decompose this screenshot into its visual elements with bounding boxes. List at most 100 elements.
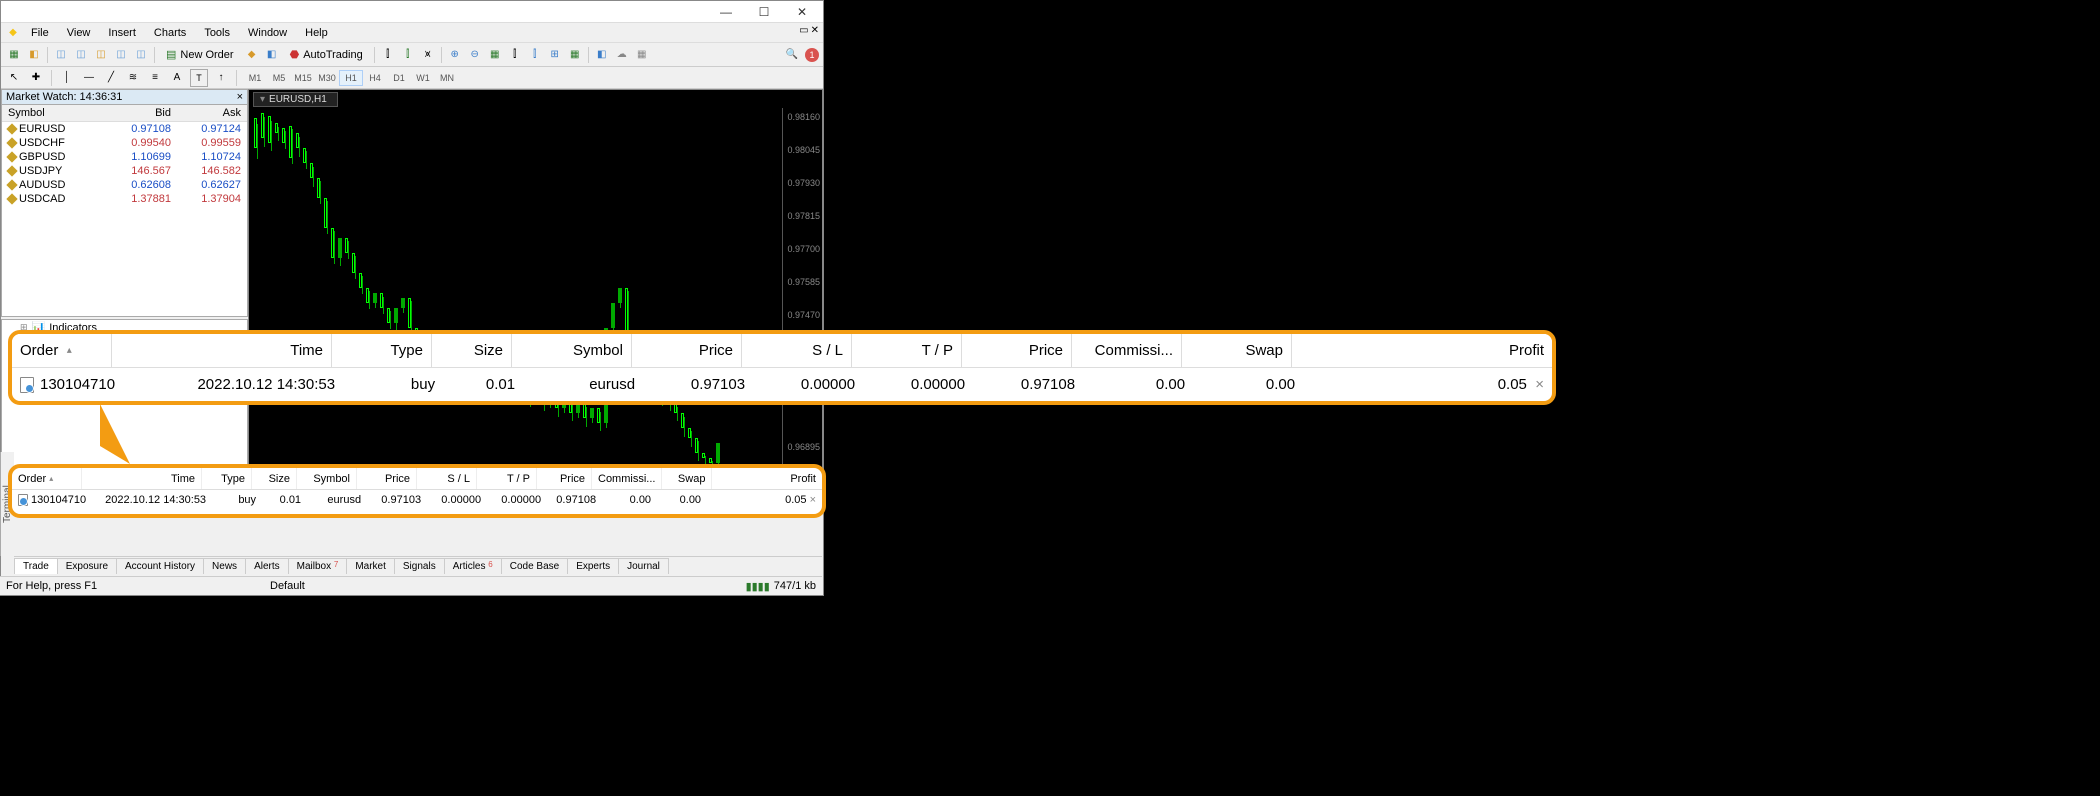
horizontal-line-tool[interactable]: — xyxy=(80,69,98,87)
col-size[interactable]: Size xyxy=(252,468,297,489)
chart-shift-button[interactable]: ⫿ xyxy=(506,46,524,64)
settings-button[interactable]: ▦ xyxy=(633,46,651,64)
terminal-tab-account-history[interactable]: Account History xyxy=(116,558,204,574)
col-profit[interactable]: Profit xyxy=(712,468,822,489)
col-symbol[interactable]: Symbol xyxy=(297,468,357,489)
market-watch-close-icon[interactable]: × xyxy=(237,91,243,103)
chart-type-button[interactable]: ◧ xyxy=(263,46,281,64)
status-profile[interactable]: Default xyxy=(270,580,305,592)
menu-window[interactable]: Window xyxy=(240,25,295,41)
minimize-doc-icon[interactable]: ▭ xyxy=(799,25,808,36)
terminal-tab-experts[interactable]: Experts xyxy=(567,558,619,574)
vertical-line-tool[interactable]: │ xyxy=(58,69,76,87)
market-watch-row-usdjpy[interactable]: USDJPY146.567146.582 xyxy=(2,164,247,178)
timeframe-w1[interactable]: W1 xyxy=(411,70,435,86)
col-type[interactable]: Type xyxy=(202,468,252,489)
col-commission[interactable]: Commissi... xyxy=(1072,334,1182,367)
fibo-tool[interactable]: ≡ xyxy=(146,69,164,87)
col-tp[interactable]: T / P xyxy=(852,334,962,367)
arrow-tool[interactable]: ↑ xyxy=(212,69,230,87)
menu-charts[interactable]: Charts xyxy=(146,25,194,41)
text-tool[interactable]: A xyxy=(168,69,186,87)
col-price2[interactable]: Price xyxy=(962,334,1072,367)
col-ask[interactable]: Ask xyxy=(177,105,247,121)
col-swap[interactable]: Swap xyxy=(662,468,712,489)
col-time[interactable]: Time xyxy=(112,334,332,367)
search-button[interactable]: 🔍 xyxy=(783,46,801,64)
status-connection[interactable]: ▮▮▮▮ 747/1 kb xyxy=(746,580,816,593)
col-symbol[interactable]: Symbol xyxy=(512,334,632,367)
timeframe-m30[interactable]: M30 xyxy=(315,70,339,86)
maximize-button[interactable]: ☐ xyxy=(745,2,783,22)
market-watch-row-usdcad[interactable]: USDCAD1.378811.37904 xyxy=(2,192,247,206)
zoom-out-button[interactable]: ⊖ xyxy=(466,46,484,64)
metaquotes-button[interactable]: ◆ xyxy=(243,46,261,64)
col-price[interactable]: Price xyxy=(632,334,742,367)
chart-tab[interactable]: ▾ EURUSD,H1 xyxy=(253,92,338,107)
navigator-toggle[interactable]: ◫ xyxy=(92,46,110,64)
new-chart-button[interactable]: ▦ xyxy=(5,46,23,64)
menu-insert[interactable]: Insert xyxy=(100,25,144,41)
col-size[interactable]: Size xyxy=(432,334,512,367)
crosshair-tool[interactable]: ✚ xyxy=(27,69,45,87)
col-tp[interactable]: T / P xyxy=(477,468,537,489)
profile-button[interactable]: ◧ xyxy=(25,46,43,64)
col-swap[interactable]: Swap xyxy=(1182,334,1292,367)
candle-chart-button[interactable]: ⫿ xyxy=(399,46,417,64)
timeframe-h4[interactable]: H4 xyxy=(363,70,387,86)
timeframe-m15[interactable]: M15 xyxy=(291,70,315,86)
col-price[interactable]: Price xyxy=(357,468,417,489)
auto-scroll-button[interactable]: ▦ xyxy=(486,46,504,64)
col-sl[interactable]: S / L xyxy=(742,334,852,367)
chart-area[interactable]: ▾ EURUSD,H1 0.981600.980450.979300.97815… xyxy=(248,89,823,497)
trendline-tool[interactable]: ╱ xyxy=(102,69,120,87)
col-time[interactable]: Time xyxy=(82,468,202,489)
terminal-tab-articles[interactable]: Articles 6 xyxy=(444,558,502,574)
periods-button[interactable]: ⊞ xyxy=(546,46,564,64)
terminal-tab-trade[interactable]: Trade xyxy=(14,558,58,574)
terminal-tab-signals[interactable]: Signals xyxy=(394,558,445,574)
terminal-tab-news[interactable]: News xyxy=(203,558,246,574)
cursor-tool[interactable]: ↖ xyxy=(5,69,23,87)
timeframe-m1[interactable]: M1 xyxy=(243,70,267,86)
market-watch-row-usdchf[interactable]: USDCHF0.995400.99559 xyxy=(2,136,247,150)
col-type[interactable]: Type xyxy=(332,334,432,367)
bar-chart-button[interactable]: ⫿ xyxy=(379,46,397,64)
market-watch-row-eurusd[interactable]: EURUSD0.971080.97124 xyxy=(2,122,247,136)
close-button[interactable]: ✕ xyxy=(783,2,821,22)
terminal-tab-code-base[interactable]: Code Base xyxy=(501,558,568,574)
market-watch-row-gbpusd[interactable]: GBPUSD1.106991.10724 xyxy=(2,150,247,164)
terminal-tab-mailbox[interactable]: Mailbox 7 xyxy=(288,558,348,574)
timeframe-m5[interactable]: M5 xyxy=(267,70,291,86)
menu-help[interactable]: Help xyxy=(297,25,336,41)
col-symbol[interactable]: Symbol xyxy=(2,105,107,121)
timeframe-d1[interactable]: D1 xyxy=(387,70,411,86)
col-order[interactable]: Order ▴ xyxy=(12,334,112,367)
terminal-tab-exposure[interactable]: Exposure xyxy=(57,558,117,574)
notification-badge[interactable]: 1 xyxy=(805,48,819,62)
trade-row-large[interactable]: 130104710 2022.10.12 14:30:53 buy 0.01 e… xyxy=(12,368,1552,401)
label-tool[interactable]: T xyxy=(190,69,208,87)
cloud-button[interactable]: ☁ xyxy=(613,46,631,64)
minimize-button[interactable]: — xyxy=(707,2,745,22)
market-watch-toggle[interactable]: ◫ xyxy=(52,46,70,64)
trade-row-small[interactable]: 130104710 2022.10.12 14:30:53 buy 0.01 e… xyxy=(12,490,822,510)
close-order-icon[interactable]: × xyxy=(1535,376,1544,393)
col-commission[interactable]: Commissi... xyxy=(592,468,662,489)
menu-file[interactable]: File xyxy=(23,25,57,41)
col-sl[interactable]: S / L xyxy=(417,468,477,489)
market-watch-row-audusd[interactable]: AUDUSD0.626080.62627 xyxy=(2,178,247,192)
terminal-tab-journal[interactable]: Journal xyxy=(618,558,669,574)
col-profit[interactable]: Profit xyxy=(1292,334,1552,367)
menu-view[interactable]: View xyxy=(59,25,99,41)
line-chart-button[interactable]: ⩙ xyxy=(419,46,437,64)
terminal-tab-alerts[interactable]: Alerts xyxy=(245,558,289,574)
terminal-tab-market[interactable]: Market xyxy=(346,558,395,574)
close-doc-icon[interactable]: ✕ xyxy=(811,25,819,36)
timeframe-h1[interactable]: H1 xyxy=(339,70,363,86)
col-bid[interactable]: Bid xyxy=(107,105,177,121)
zoom-in-button[interactable]: ⊕ xyxy=(446,46,464,64)
indicators-button[interactable]: ⫿ xyxy=(526,46,544,64)
strategy-tester-toggle[interactable]: ◫ xyxy=(132,46,150,64)
col-price2[interactable]: Price xyxy=(537,468,592,489)
